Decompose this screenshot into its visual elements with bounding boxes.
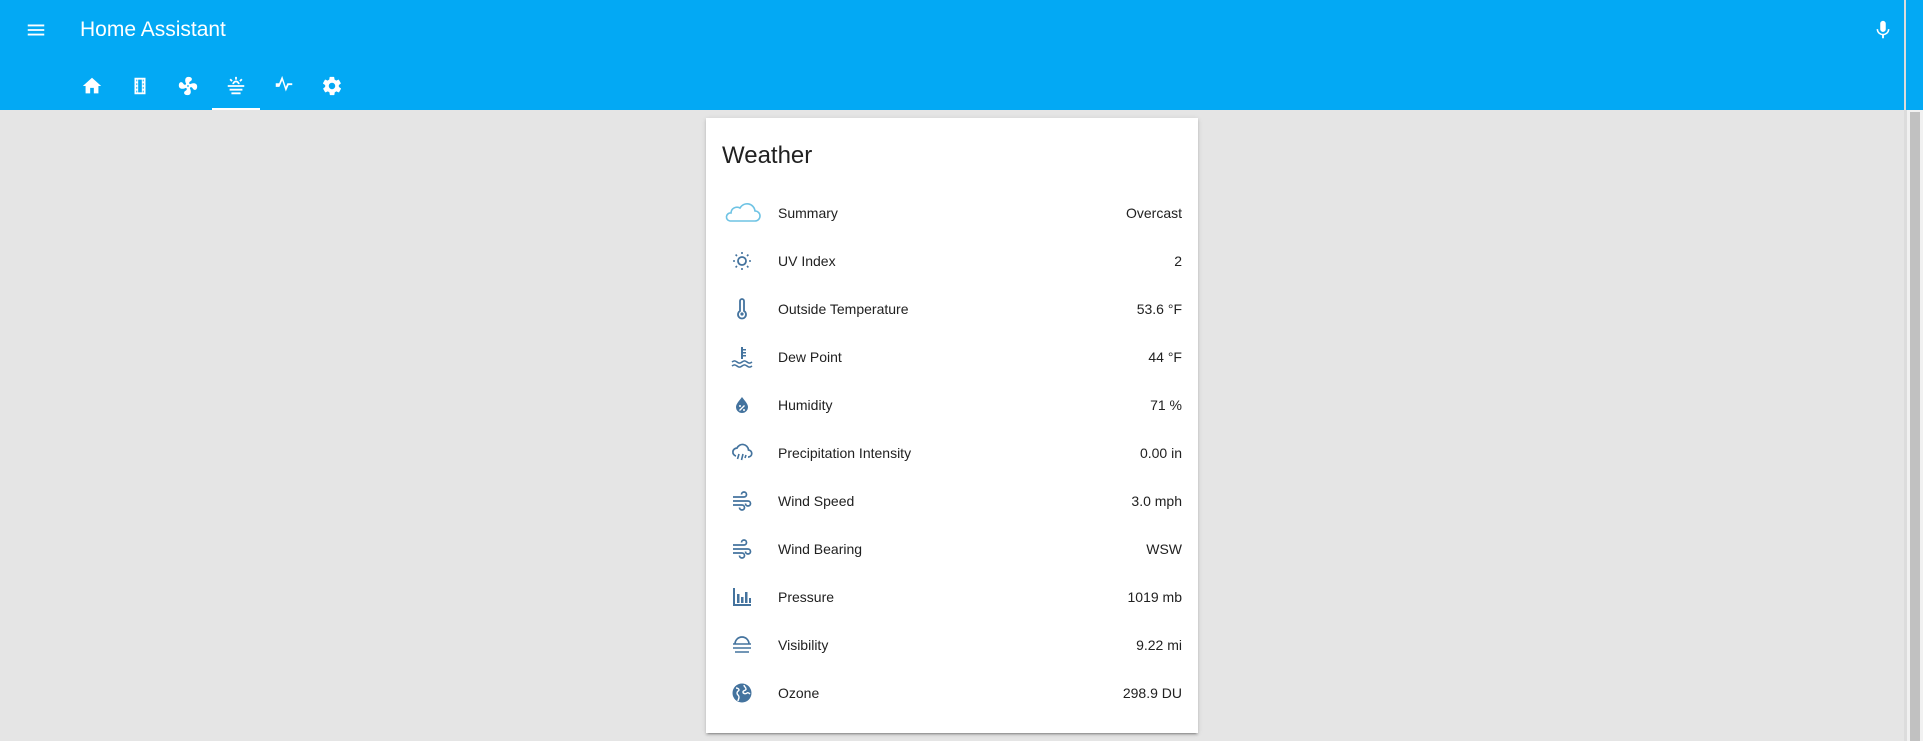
- row-humidity[interactable]: Humidity 71 %: [722, 385, 1182, 425]
- film-icon: [134, 77, 146, 95]
- weather-fog-icon: [733, 636, 751, 653]
- row-summary[interactable]: Summary Overcast: [722, 193, 1182, 233]
- tab-weather[interactable]: [212, 62, 260, 110]
- row-precipitation-intensity[interactable]: Precipitation Intensity 0.00 in: [722, 433, 1182, 473]
- menu-button[interactable]: [20, 14, 52, 46]
- row-label: Visibility: [778, 637, 829, 653]
- row-value: 1019 mb: [1127, 589, 1182, 605]
- fan-icon: [178, 76, 198, 96]
- cloud-icon: [725, 203, 761, 222]
- row-dew-point[interactable]: Dew Point 44 °F: [722, 337, 1182, 377]
- bar-chart-icon: [733, 588, 751, 606]
- gear-icon: [322, 76, 342, 96]
- vertical-scrollbar[interactable]: [1906, 110, 1923, 741]
- hamburger-menu-icon: [27, 24, 45, 36]
- row-value: WSW: [1146, 541, 1182, 557]
- row-value: Overcast: [1125, 205, 1182, 221]
- row-wind-bearing[interactable]: Wind Bearing WSW: [722, 529, 1182, 569]
- row-pressure[interactable]: Pressure 1019 mb: [722, 577, 1182, 617]
- pulse-icon: [275, 75, 293, 92]
- card-title: Weather: [722, 142, 813, 169]
- wind-icon: [733, 539, 752, 559]
- tab-home[interactable]: [68, 62, 116, 110]
- tab-climate[interactable]: [164, 62, 212, 110]
- tab-settings[interactable]: [308, 62, 356, 110]
- row-visibility[interactable]: Visibility 9.22 mi: [722, 625, 1182, 665]
- row-label: UV Index: [778, 253, 836, 269]
- row-label: Summary: [778, 205, 838, 221]
- sun-icon: [733, 252, 751, 270]
- weather-fog-icon: [227, 76, 245, 95]
- row-ozone[interactable]: Ozone 298.9 DU: [722, 673, 1182, 713]
- microphone-button[interactable]: [1867, 14, 1899, 46]
- globe-icon: [732, 683, 752, 703]
- row-label: Outside Temperature: [778, 301, 909, 317]
- row-outside-temperature[interactable]: Outside Temperature 53.6 °F: [722, 289, 1182, 329]
- weather-card: Weather Summary Overcast UV Index 2 Outs…: [706, 118, 1198, 733]
- row-uv-index[interactable]: UV Index 2: [722, 241, 1182, 281]
- view-tabs: [68, 62, 356, 110]
- row-label: Ozone: [778, 685, 820, 701]
- row-label: Precipitation Intensity: [778, 445, 912, 461]
- row-value: 71 %: [1150, 397, 1182, 413]
- row-value: 3.0 mph: [1131, 493, 1182, 509]
- row-value: 298.9 DU: [1122, 685, 1182, 701]
- app-title: Home Assistant: [80, 18, 226, 41]
- row-value: 0.00 in: [1139, 445, 1182, 461]
- coolant-temperature-icon: [731, 347, 753, 368]
- row-label: Wind Speed: [778, 493, 855, 509]
- row-value: 53.6 °F: [1136, 301, 1182, 317]
- row-label: Wind Bearing: [778, 541, 863, 557]
- home-icon: [82, 77, 102, 94]
- row-value: 44 °F: [1148, 349, 1182, 365]
- tab-media[interactable]: [116, 62, 164, 110]
- row-label: Dew Point: [778, 349, 842, 365]
- water-percent-icon: [736, 397, 748, 413]
- row-wind-speed[interactable]: Wind Speed 3.0 mph: [722, 481, 1182, 521]
- weather-rainy-icon: [732, 443, 753, 461]
- row-value: 2: [1174, 253, 1182, 269]
- row-value: 9.22 mi: [1136, 637, 1182, 653]
- wind-icon: [733, 491, 752, 511]
- tab-history[interactable]: [260, 62, 308, 110]
- app-window: Home Assistant Weather Summary Overcast …: [0, 0, 1923, 741]
- microphone-icon: [1876, 20, 1890, 39]
- thermometer-icon: [737, 298, 747, 320]
- top-toolbar: Home Assistant: [0, 0, 1923, 110]
- row-label: Pressure: [778, 589, 835, 605]
- row-label: Humidity: [778, 397, 833, 413]
- scrollbar-thumb[interactable]: [1910, 112, 1920, 741]
